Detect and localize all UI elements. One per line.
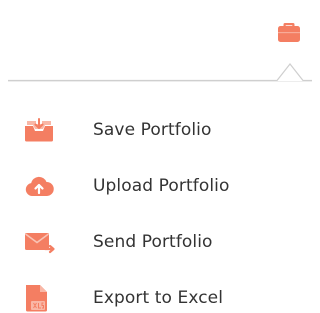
menu-item-save-portfolio[interactable]: Save Portfolio [0, 102, 312, 158]
excel-file-icon [24, 284, 64, 312]
menu-item-label: Export to Excel [93, 288, 224, 308]
menu-item-label: Save Portfolio [93, 120, 212, 140]
portfolio-menu-screen: Save Portfolio Upload Portfolio Send Por… [0, 0, 312, 313]
menu-item-label: Upload Portfolio [93, 176, 230, 196]
menu-item-upload-portfolio[interactable]: Upload Portfolio [0, 158, 312, 214]
menu-item-export-to-excel[interactable]: Export to Excel [0, 270, 312, 313]
briefcase-icon [278, 23, 300, 42]
menu-item-send-portfolio[interactable]: Send Portfolio [0, 214, 312, 270]
portfolio-dropdown-menu: Save Portfolio Upload Portfolio Send Por… [0, 102, 312, 313]
envelope-send-icon [24, 228, 64, 256]
dropdown-caret-border [8, 63, 312, 82]
menu-item-label: Send Portfolio [93, 232, 213, 252]
save-tray-icon [24, 116, 64, 144]
cloud-upload-icon [24, 172, 64, 200]
portfolio-menu-button[interactable] [276, 18, 302, 44]
